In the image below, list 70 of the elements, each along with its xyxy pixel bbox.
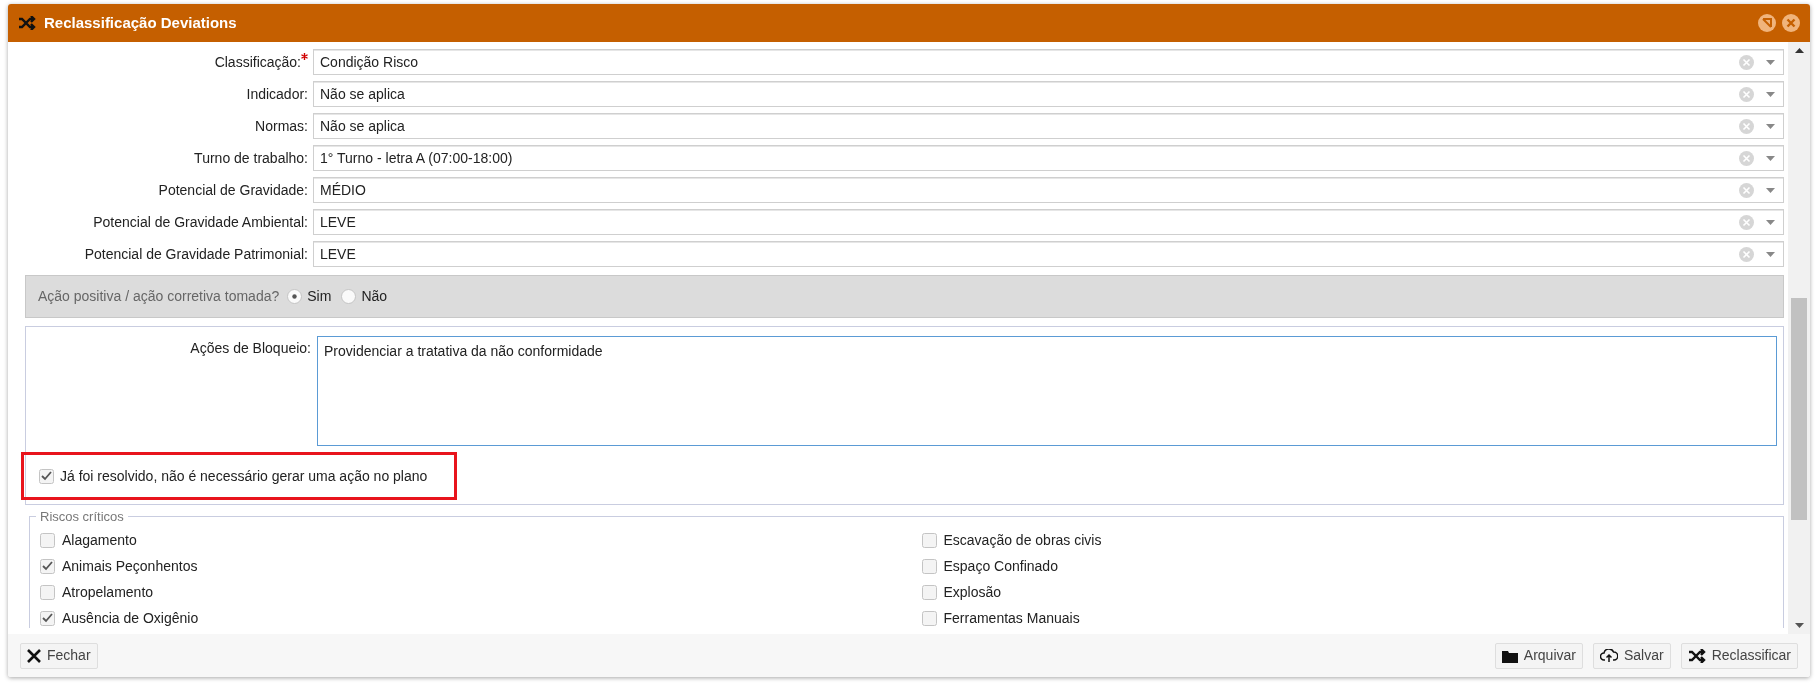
checkbox-label: Animais Peçonhentos	[62, 557, 198, 576]
dropdown-caret-icon[interactable]	[1766, 155, 1775, 161]
option-label: Sim	[307, 287, 332, 306]
scrollbar-thumb[interactable]	[1791, 298, 1807, 520]
select-field[interactable]: 1° Turno - letra A (07:00-18:00)	[313, 145, 1784, 171]
checkbox-label: Espaço Confinado	[943, 557, 1058, 576]
scroll-up-icon[interactable]	[1794, 48, 1804, 53]
dropdown-caret-icon[interactable]	[1766, 251, 1775, 257]
checkbox-label: Alagamento	[62, 531, 137, 550]
close-icon[interactable]	[1782, 14, 1800, 32]
blocking-textarea[interactable]: Providenciar a tratativa da não conformidade	[317, 336, 1777, 446]
dropdown-caret-icon[interactable]	[1766, 91, 1775, 97]
question-label: Ação positiva / ação corretiva tomada?	[38, 287, 280, 306]
footer-button[interactable]: Reclassificar	[1680, 642, 1798, 669]
select-field[interactable]: Não se aplica	[313, 81, 1784, 107]
dropdown-caret-icon[interactable]	[1766, 187, 1775, 193]
checkbox-label: Explosão	[943, 583, 1002, 602]
shuffle-icon	[18, 16, 36, 30]
field-label: Potencial de Gravidade:	[158, 180, 308, 200]
footer-button[interactable]: Salvar	[1592, 642, 1671, 669]
checkbox[interactable]	[921, 559, 937, 574]
clear-icon[interactable]	[1739, 150, 1754, 166]
field-label: Potencial de Gravidade Patrimonial:	[84, 244, 308, 264]
close-icon	[27, 648, 41, 663]
field-label: Normas:	[255, 116, 308, 136]
cloud-upload-icon	[1599, 648, 1618, 663]
checkbox-label: Ausência de Oxigênio	[62, 609, 199, 628]
checkbox[interactable]	[40, 559, 55, 574]
field-label: Potencial de Gravidade Ambiental:	[93, 212, 308, 232]
option-label: Não	[361, 287, 388, 306]
radio-button[interactable]	[287, 289, 303, 304]
checkbox[interactable]	[921, 585, 937, 600]
footer-button[interactable]: Fechar	[20, 642, 98, 669]
select-field[interactable]: Não se aplica	[313, 113, 1784, 139]
checkbox[interactable]	[921, 611, 937, 626]
radio-button[interactable]	[341, 289, 357, 304]
window-title: Reclassificação Deviations	[44, 12, 237, 33]
required-asterisk-icon	[301, 52, 308, 60]
checkbox[interactable]	[40, 611, 55, 626]
clear-icon[interactable]	[1739, 214, 1754, 230]
select-field[interactable]: Condição Risco	[313, 49, 1784, 75]
checkbox[interactable]	[40, 585, 55, 600]
select-field[interactable]: MÉDIO	[313, 177, 1784, 203]
shuffle-icon	[1687, 648, 1706, 663]
checkbox-label: Já foi resolvido, não é necessário gerar uma ação no plano	[60, 466, 428, 486]
clear-icon[interactable]	[1739, 54, 1754, 70]
checkbox-label: Atropelamento	[62, 583, 154, 602]
dropdown-caret-icon[interactable]	[1766, 219, 1775, 225]
select-field[interactable]: LEVE	[313, 209, 1784, 235]
footer-button[interactable]: Arquivar	[1494, 642, 1583, 669]
resolved-checkbox-row[interactable]: Já foi resolvido, não é necessário gerar uma ação no plano	[21, 452, 457, 500]
scroll-down-icon[interactable]	[1794, 623, 1804, 628]
clear-icon[interactable]	[1739, 182, 1754, 198]
checkbox[interactable]	[39, 468, 54, 484]
checkbox[interactable]	[40, 533, 55, 548]
select-field[interactable]: LEVE	[313, 241, 1784, 267]
field-label: Classificação:	[214, 52, 301, 72]
field-label: Ações de Bloqueio:	[189, 339, 312, 358]
checkbox-label: Ferramentas Manuais	[943, 609, 1080, 628]
checkbox-label: Escavação de obras civis	[943, 531, 1102, 550]
clear-icon[interactable]	[1739, 86, 1754, 102]
dropdown-caret-icon[interactable]	[1766, 59, 1775, 65]
field-label: Indicador:	[246, 84, 308, 104]
field-label: Turno de trabalho:	[194, 148, 308, 168]
scrollbar[interactable]	[1788, 42, 1810, 634]
folder-icon	[1501, 648, 1518, 663]
clear-icon[interactable]	[1739, 246, 1754, 262]
clear-icon[interactable]	[1739, 118, 1754, 134]
checkbox[interactable]	[921, 533, 937, 548]
dropdown-caret-icon[interactable]	[1766, 123, 1775, 129]
